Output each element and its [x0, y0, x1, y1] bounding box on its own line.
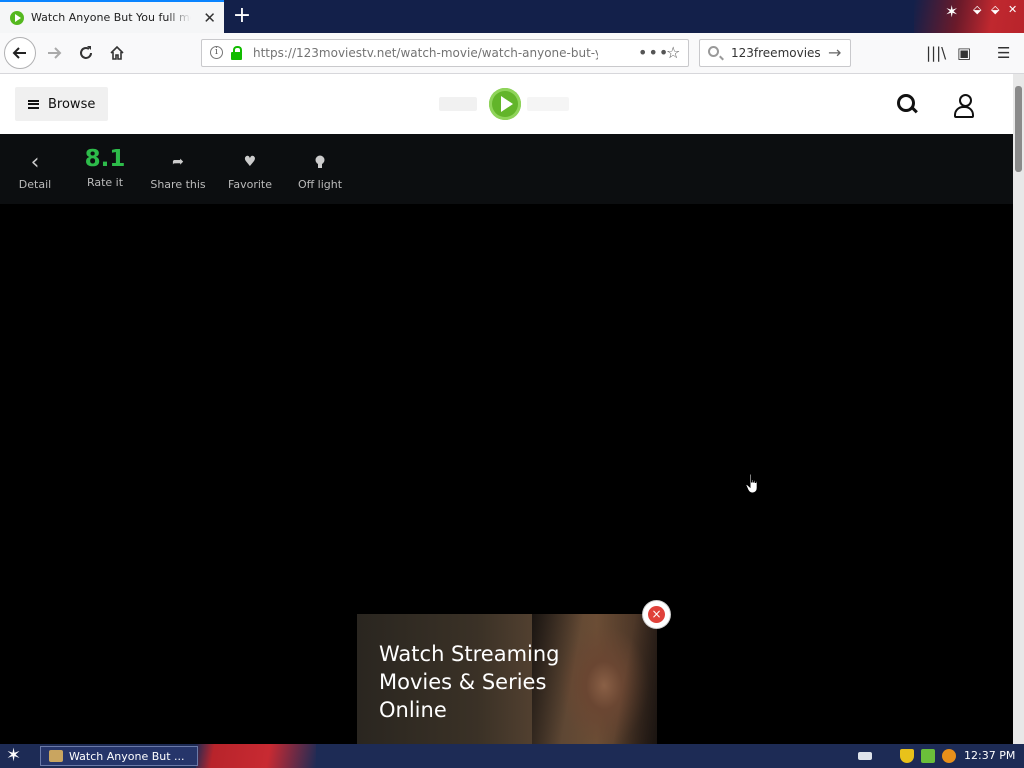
ad-close-button[interactable] [643, 601, 670, 628]
new-tab-button[interactable]: + [230, 3, 254, 28]
network-icon[interactable] [921, 749, 935, 763]
arrow-left-icon [12, 47, 26, 59]
play-logo-icon [489, 88, 521, 120]
url-bar[interactable]: i https://123moviestv.net/watch-movie/wa… [201, 39, 689, 67]
off-light-label: Off light [297, 178, 343, 191]
arrow-right-icon [48, 47, 62, 59]
browser-tab-strip: Watch Anyone But You full movie online f… [0, 0, 1024, 33]
browser-tab[interactable]: Watch Anyone But You full movie online f… [0, 0, 224, 33]
tab-close-icon[interactable]: ✕ [203, 9, 216, 27]
reload-icon [80, 46, 92, 59]
browse-button[interactable]: Browse [15, 87, 108, 121]
shield-icon[interactable] [900, 749, 914, 763]
browse-label: Browse [48, 96, 96, 112]
keyboard-icon[interactable] [858, 752, 872, 760]
share-label: Share this [150, 178, 206, 191]
off-light-button[interactable]: Off light [292, 134, 348, 204]
movie-action-bar: ‹ Detail 8.1 Rate it ➦ Share this ♥ Favo… [0, 134, 1013, 204]
search-go-icon[interactable]: → [828, 43, 841, 62]
tab-title: Watch Anyone But You full movie online f… [31, 11, 191, 24]
library-icon[interactable]: |||\ [926, 44, 946, 62]
search-tray-icon[interactable] [942, 749, 956, 763]
window-maximize-icon[interactable]: ⬙ [991, 3, 999, 16]
favorite-button[interactable]: ♥ Favorite [224, 134, 276, 204]
heart-icon: ♥ [243, 154, 257, 170]
start-menu-icon[interactable]: ✶ [6, 746, 21, 766]
site-info-icon[interactable]: i [210, 46, 223, 59]
site-favicon-icon [10, 10, 24, 25]
hamburger-icon [28, 99, 39, 109]
back-button[interactable] [4, 37, 36, 69]
forward-button[interactable] [38, 37, 70, 69]
ad-headline: Watch Streaming Movies & Series Online [379, 642, 560, 722]
hand-cursor-icon [745, 473, 758, 494]
bookmark-star-icon[interactable]: ☆ [666, 43, 680, 62]
detail-label: Detail [18, 178, 52, 191]
secure-lock-icon[interactable] [231, 46, 242, 60]
lightbulb-icon [292, 148, 348, 176]
window-minimize-icon[interactable]: ⬙ [973, 3, 981, 16]
system-tray [858, 744, 956, 768]
browser-search-box[interactable]: 123freemovies → [699, 39, 851, 67]
sidebar-icon[interactable]: ▣ [957, 44, 971, 62]
detail-button[interactable]: ‹ Detail [10, 134, 60, 204]
site-logo[interactable] [439, 88, 571, 120]
favorite-label: Favorite [228, 178, 272, 191]
share-button[interactable]: ➦ Share this [146, 134, 210, 204]
site-search-icon[interactable] [897, 94, 917, 114]
os-taskbar: ✶ Watch Anyone But ... 12:37 PM [0, 744, 1024, 768]
page-actions-icon[interactable]: ••• [638, 43, 669, 62]
site-header: Browse [0, 74, 1013, 134]
home-button[interactable] [101, 37, 133, 69]
user-account-icon[interactable] [954, 94, 974, 118]
rate-label: Rate it [86, 176, 124, 189]
browser-nav-bar: i https://123moviestv.net/watch-movie/wa… [0, 33, 1024, 74]
taskbar-window-item[interactable]: Watch Anyone But ... [40, 746, 198, 766]
search-icon [708, 46, 719, 57]
rate-button[interactable]: 8.1 Rate it [80, 134, 130, 204]
clock[interactable]: 12:37 PM [964, 749, 1015, 762]
url-text[interactable]: https://123moviestv.net/watch-movie/watc… [253, 46, 598, 60]
window-close-icon[interactable]: ✕ [1008, 3, 1017, 16]
reload-button[interactable] [70, 37, 102, 69]
ad-banner[interactable]: Watch Streaming Movies & Series Online [357, 614, 657, 744]
taskbar-window-label: Watch Anyone But ... [69, 749, 185, 763]
search-input[interactable]: 123freemovies [731, 46, 821, 60]
page-scrollbar[interactable] [1013, 74, 1024, 744]
chevron-left-icon: ‹ [30, 149, 40, 175]
scrollbar-thumb[interactable] [1015, 86, 1022, 172]
share-icon: ➦ [172, 154, 184, 170]
home-icon [110, 45, 124, 60]
window-menu-star-icon[interactable]: ✶ [945, 2, 958, 21]
rating-value: 8.1 [84, 146, 126, 172]
browser-app-icon [49, 750, 63, 762]
menu-icon[interactable]: ☰ [997, 44, 1010, 62]
